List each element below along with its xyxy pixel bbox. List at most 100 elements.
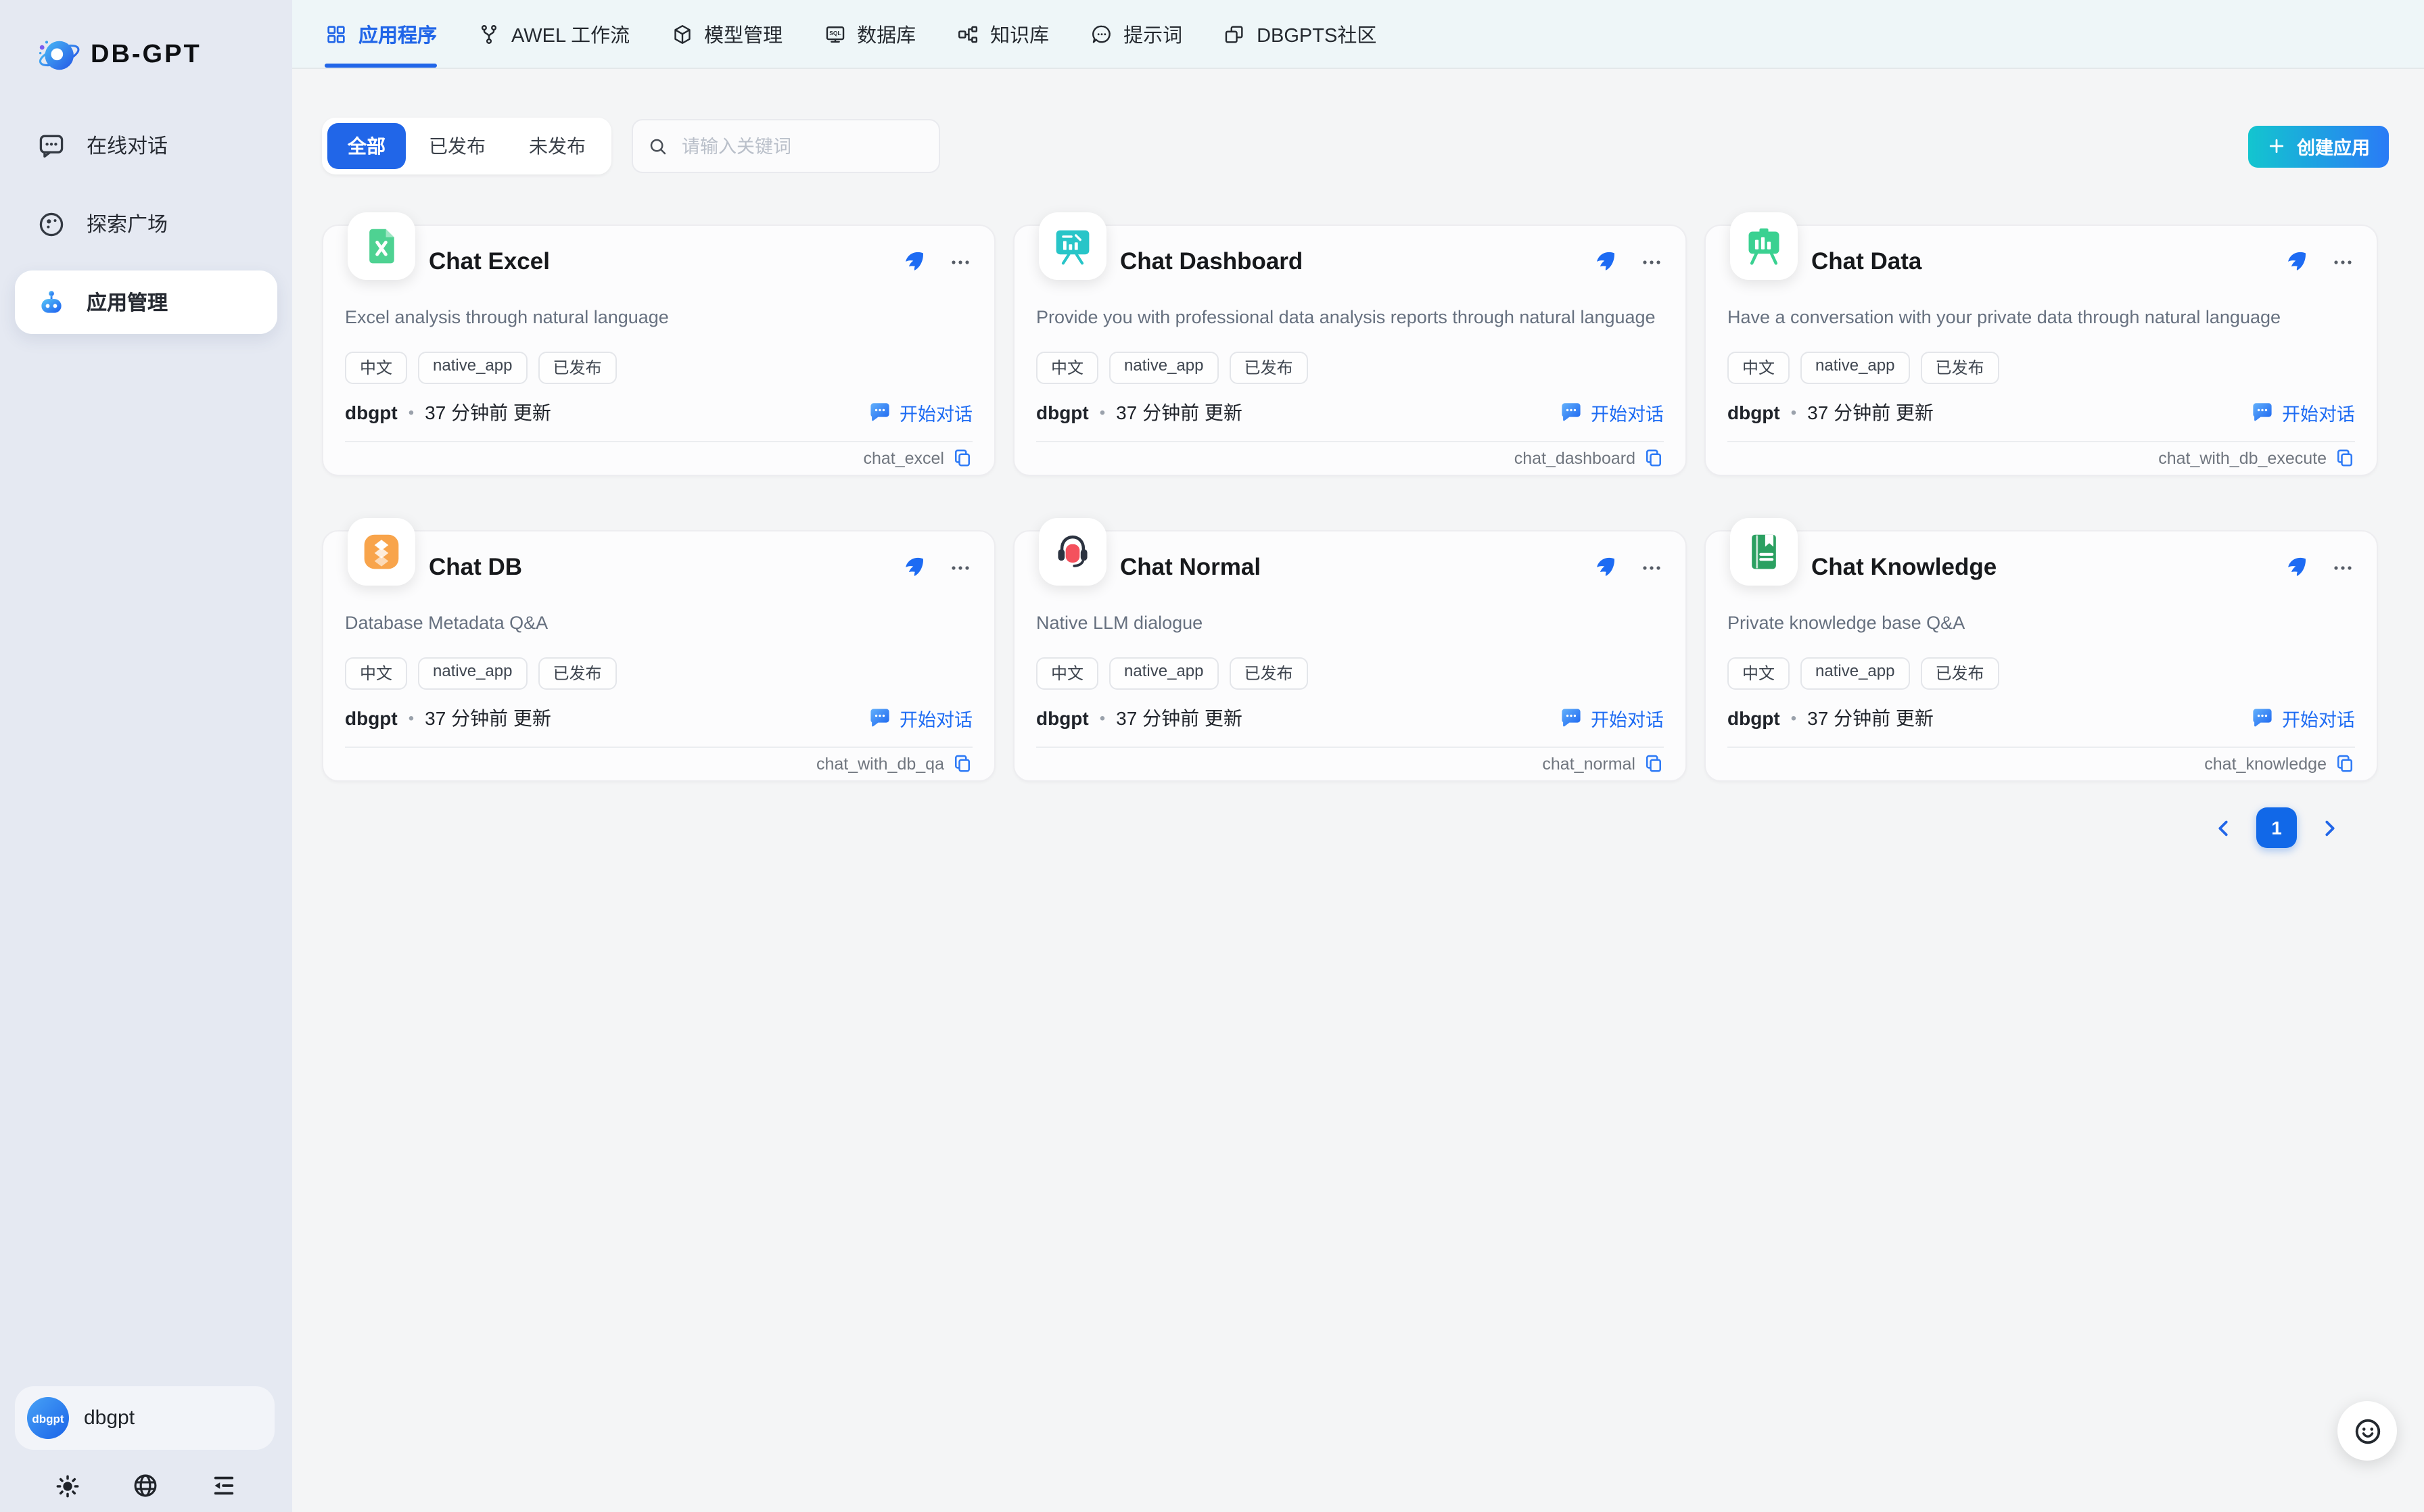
app-logo: DB-GPT: [0, 0, 292, 78]
app-card-tags: 中文native_app已发布: [1036, 351, 1664, 383]
tag-pill: native_app: [1109, 351, 1218, 383]
language-icon[interactable]: [131, 1471, 160, 1500]
app-card-owner: dbgpt: [345, 707, 398, 728]
chat-start-icon: [1560, 706, 1583, 729]
app-card-chat-data[interactable]: Chat Data Have a conversation with your …: [1704, 225, 2378, 476]
user-pill[interactable]: dbgpt dbgpt: [15, 1386, 275, 1450]
tab-awel-workflow[interactable]: AWEL 工作流: [477, 0, 630, 68]
copy-icon[interactable]: [2335, 448, 2355, 469]
more-menu-icon[interactable]: [948, 555, 973, 580]
wing-icon[interactable]: [2285, 250, 2308, 273]
wing-icon[interactable]: [1593, 250, 1616, 273]
app-card-chat-knowledge[interactable]: Chat Knowledge Private knowledge base Q&…: [1704, 530, 2378, 782]
start-chat-link[interactable]: 开始对话: [868, 704, 973, 731]
knowledge-icon: [956, 22, 979, 45]
create-app-button[interactable]: 创建应用: [2248, 125, 2389, 167]
copy-icon[interactable]: [2335, 754, 2355, 774]
chevron-right-icon[interactable]: [2320, 818, 2340, 838]
workflow-icon: [477, 22, 500, 45]
wing-icon[interactable]: [902, 556, 925, 579]
sidebar-item-app-manage[interactable]: 应用管理: [15, 270, 277, 334]
app-icon-tile: [1730, 518, 1798, 586]
app-card-description: Private knowledge base Q&A: [1727, 611, 2355, 651]
tab-label: 知识库: [990, 20, 1049, 48]
main-content: 全部已发布未发布 创建应用 Chat Excel Excel analys: [292, 69, 2424, 848]
start-chat-link[interactable]: 开始对话: [1560, 704, 1664, 731]
grid-icon: [325, 22, 348, 45]
user-name: dbgpt: [84, 1407, 135, 1430]
tag-pill: native_app: [1800, 351, 1909, 383]
start-chat-link[interactable]: 开始对话: [2251, 704, 2355, 731]
main-area: 应用程序 AWEL 工作流 模型管理 SQL 数据库 知识库 提示词 DBGPT…: [292, 0, 2424, 1512]
tag-pill: 中文: [345, 657, 407, 689]
tab-dbgpts-community[interactable]: DBGPTS社区: [1223, 0, 1376, 68]
theme-icon[interactable]: [55, 1471, 82, 1500]
app-card-description: Database Metadata Q&A: [345, 611, 973, 651]
wing-icon[interactable]: [2285, 556, 2308, 579]
app-card-owner: dbgpt: [1727, 401, 1780, 423]
tag-pill: native_app: [418, 657, 527, 689]
wing-icon[interactable]: [902, 250, 925, 273]
book-icon: [1744, 531, 1784, 572]
sidebar-item-online-chat[interactable]: 在线对话: [15, 114, 277, 177]
more-menu-icon[interactable]: [2331, 250, 2355, 274]
tab-label: 提示词: [1123, 20, 1182, 48]
app-card-tags: 中文native_app已发布: [1727, 657, 2355, 689]
app-card-code: chat_with_db_execute: [2158, 449, 2327, 468]
page-1-button[interactable]: 1: [2256, 807, 2297, 848]
tag-pill: 已发布: [538, 351, 616, 383]
tab-prompt[interactable]: 提示词: [1090, 0, 1182, 68]
chevron-left-icon[interactable]: [2213, 818, 2233, 838]
app-card-chat-dashboard[interactable]: Chat Dashboard Provide you with professi…: [1013, 225, 1687, 476]
search-box[interactable]: [632, 119, 940, 173]
filter-all[interactable]: 全部: [327, 123, 406, 169]
app-icon-tile: [1730, 212, 1798, 280]
app-card-chat-excel[interactable]: Chat Excel Excel analysis through natura…: [322, 225, 996, 476]
db-layers-icon: [361, 531, 402, 572]
filter-unpublished[interactable]: 未发布: [509, 123, 606, 169]
more-menu-icon[interactable]: [1639, 250, 1664, 274]
app-card-code: chat_with_db_qa: [816, 755, 944, 774]
copy-icon[interactable]: [1644, 448, 1664, 469]
more-menu-icon[interactable]: [948, 250, 973, 274]
app-card-description: Excel analysis through natural language: [345, 306, 973, 346]
sidebar-item-explore[interactable]: 探索广场: [15, 192, 277, 256]
wing-icon[interactable]: [1593, 556, 1616, 579]
app-card-chat-normal[interactable]: Chat Normal Native LLM dialogue 中文native…: [1013, 530, 1687, 782]
dbgpt-app-window: DB-GPT 在线对话 探索广场 应用管理 dbgpt dbgpt 应用程序 A…: [0, 0, 2424, 1512]
sidebar-footer: [0, 1471, 292, 1500]
more-menu-icon[interactable]: [2331, 555, 2355, 580]
meta-dot: •: [1100, 402, 1105, 421]
tag-pill: native_app: [1800, 657, 1909, 689]
copy-icon[interactable]: [952, 754, 973, 774]
copy-icon[interactable]: [1644, 754, 1664, 774]
app-card-title: Chat DB: [429, 553, 522, 582]
feedback-fab[interactable]: [2337, 1401, 2397, 1461]
tab-model-manage[interactable]: 模型管理: [670, 0, 783, 68]
start-chat-link[interactable]: 开始对话: [1560, 398, 1664, 425]
tag-pill: 中文: [1036, 657, 1098, 689]
tag-pill: 中文: [1036, 351, 1098, 383]
more-menu-icon[interactable]: [1639, 555, 1664, 580]
plus-icon: [2267, 137, 2286, 156]
tag-pill: native_app: [1109, 657, 1218, 689]
top-nav: 应用程序 AWEL 工作流 模型管理 SQL 数据库 知识库 提示词 DBGPT…: [292, 0, 2424, 69]
create-app-label: 创建应用: [2297, 133, 2370, 160]
app-card-owner: dbgpt: [1727, 707, 1780, 728]
app-card-title: Chat Data: [1811, 247, 1921, 276]
collapse-icon[interactable]: [209, 1471, 237, 1500]
excel-file-icon: [361, 226, 402, 266]
search-input[interactable]: [679, 135, 924, 158]
app-card-chat-db[interactable]: Chat DB Database Metadata Q&A 中文 native_a…: [322, 530, 996, 782]
tab-knowledge[interactable]: 知识库: [956, 0, 1049, 68]
tab-database[interactable]: SQL 数据库: [823, 0, 916, 68]
sidebar-item-label: 应用管理: [87, 288, 168, 316]
tab-apps[interactable]: 应用程序: [325, 0, 437, 68]
sidebar: DB-GPT 在线对话 探索广场 应用管理 dbgpt dbgpt: [0, 0, 292, 1512]
copy-icon[interactable]: [952, 448, 973, 469]
app-card-title: Chat Knowledge: [1811, 553, 1997, 582]
tag-pill: 中文: [1727, 351, 1790, 383]
filter-published[interactable]: 已发布: [409, 123, 506, 169]
start-chat-link[interactable]: 开始对话: [2251, 398, 2355, 425]
start-chat-link[interactable]: 开始对话: [868, 398, 973, 425]
